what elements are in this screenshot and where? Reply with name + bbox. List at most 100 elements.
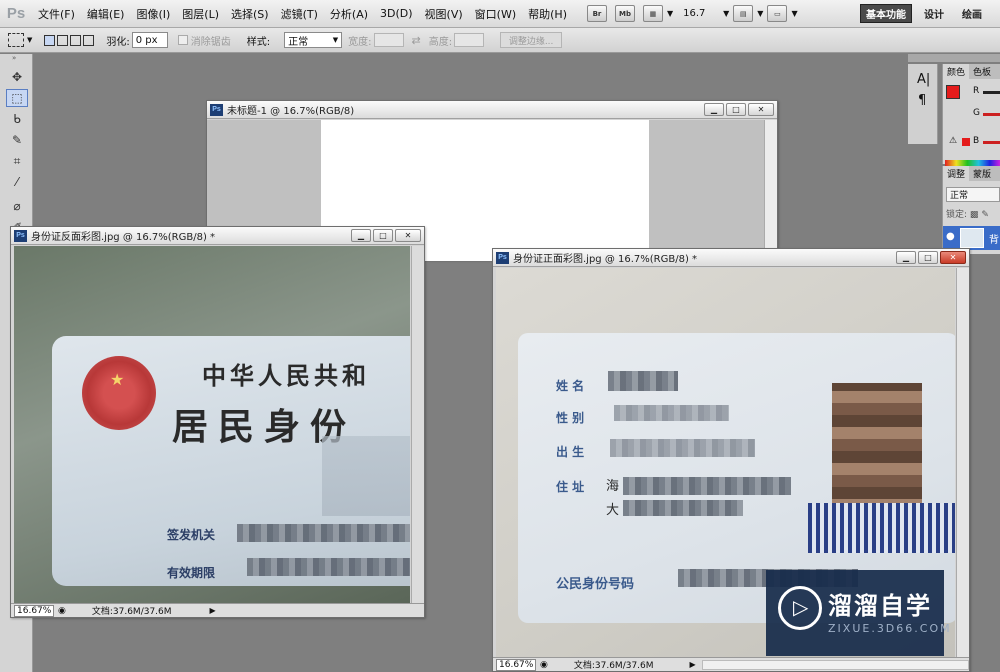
chevron-down-icon[interactable]: ▼	[667, 9, 673, 18]
workspace-design[interactable]: 设计	[918, 4, 950, 23]
refine-edge-button[interactable]: 调整边缘...	[500, 32, 563, 48]
healing-brush-tool-icon[interactable]: ⌀	[6, 197, 28, 215]
lock-transparency-icon[interactable]: ▩	[970, 210, 979, 220]
portrait-shirt	[808, 503, 955, 553]
arrange-documents-button[interactable]: ▤	[733, 5, 754, 22]
crop-tool-icon[interactable]: ⌗	[6, 152, 28, 170]
lasso-tool-icon[interactable]: ᑲ	[6, 110, 28, 128]
channel-b-slider[interactable]	[983, 141, 1000, 144]
character-panel-icon[interactable]: A|	[908, 64, 937, 87]
collapse-icon[interactable]: »	[0, 54, 32, 66]
menu-edit[interactable]: 编辑(E)	[81, 6, 131, 22]
style-select[interactable]: 正常 ▼	[284, 32, 343, 48]
options-bar: ▼ 羽化: 0 px 消除锯齿 样式: 正常 ▼ 宽度: ⇄ 高度: 调整边缘..…	[0, 28, 1000, 53]
marquee-tool-icon[interactable]: ⬚	[6, 89, 28, 107]
move-tool-icon[interactable]: ✥	[6, 68, 28, 86]
workspace-painting[interactable]: 绘画	[955, 4, 989, 23]
menu-file[interactable]: 文件(F)	[32, 6, 81, 22]
info-icon[interactable]: ◉	[540, 660, 548, 670]
photoshop-logo: Ps	[6, 5, 26, 22]
width-input[interactable]	[373, 33, 404, 47]
zoom-field[interactable]: 16.67%	[14, 604, 54, 617]
birth-label: 出 生	[556, 445, 585, 459]
address-first-char: 海	[606, 479, 620, 494]
name-label: 姓 名	[556, 379, 585, 393]
mini-bridge-button[interactable]: Mb	[614, 5, 635, 22]
chevron-down-icon[interactable]: ▼	[791, 9, 797, 18]
feather-input[interactable]: 0 px	[131, 32, 168, 48]
great-wall-pattern	[322, 436, 410, 516]
eye-icon[interactable]: ●	[946, 231, 955, 242]
add-selection-icon[interactable]	[57, 34, 69, 46]
horizontal-scrollbar[interactable]	[701, 659, 969, 670]
screen-mode-button[interactable]: ▭	[767, 5, 788, 22]
close-button[interactable]: ✕	[748, 103, 774, 116]
tab-masks[interactable]: 蒙版	[969, 166, 995, 181]
paragraph-panel-icon[interactable]: ¶	[908, 87, 937, 108]
lock-paint-icon[interactable]: ✎	[981, 210, 989, 220]
menu-select[interactable]: 选择(S)	[225, 6, 275, 22]
chevron-down-icon[interactable]: ▼	[27, 36, 32, 44]
chevron-down-icon[interactable]: ▼	[757, 9, 763, 18]
menu-image[interactable]: 图像(I)	[130, 6, 176, 22]
panel-icon-strip: A| ¶	[908, 64, 938, 144]
maximize-button[interactable]: □	[918, 251, 938, 264]
intersect-selection-icon[interactable]	[83, 34, 95, 46]
bridge-button[interactable]: Br	[586, 5, 607, 22]
maximize-button[interactable]: □	[726, 103, 746, 116]
tab-swatches[interactable]: 色板	[969, 64, 995, 79]
ps-document-icon: Ps	[496, 251, 509, 264]
close-button[interactable]: ✕	[395, 229, 421, 242]
info-icon[interactable]: ◉	[58, 606, 66, 616]
tab-adjustments[interactable]: 调整	[943, 166, 970, 181]
workspace-essentials[interactable]: 基本功能	[860, 4, 912, 23]
antialias-checkbox[interactable]	[177, 35, 188, 45]
subtract-selection-icon[interactable]	[70, 34, 82, 46]
address-redacted-1	[623, 477, 791, 495]
status-menu-arrow-icon[interactable]: ▶	[210, 606, 216, 615]
height-input[interactable]	[454, 33, 485, 47]
status-menu-arrow-icon[interactable]: ▶	[690, 660, 696, 669]
lock-row: 锁定: ▩ ✎	[946, 207, 1000, 220]
menu-3d[interactable]: 3D(D)	[374, 7, 419, 20]
doc-size-info: 文档:37.6M/37.6M	[573, 661, 654, 671]
zoom-level[interactable]: 16.7	[683, 8, 723, 19]
vertical-scrollbar[interactable]	[411, 246, 424, 604]
play-triangle-icon: ▷	[793, 595, 809, 619]
menu-view[interactable]: 视图(V)	[419, 6, 469, 22]
menu-window[interactable]: 窗口(W)	[469, 6, 522, 22]
channel-r-slider[interactable]	[983, 91, 1000, 94]
doc-size-info: 文档:37.6M/37.6M	[91, 607, 172, 617]
id-card-back: ★ 中华人民共和 居民身份 签发机关 有效期限	[52, 336, 410, 586]
close-button[interactable]: ✕	[940, 251, 966, 264]
layer-name: 背	[989, 235, 999, 246]
minimize-button[interactable]: ▁	[704, 103, 724, 116]
foreground-color-swatch[interactable]	[946, 85, 960, 99]
view-extras-button[interactable]: ▦	[642, 5, 663, 22]
blend-mode-select[interactable]: 正常	[946, 187, 1000, 202]
menu-analysis[interactable]: 分析(A)	[324, 6, 374, 22]
zoom-field[interactable]: 16.67%	[496, 658, 536, 671]
eyedropper-tool-icon[interactable]: ⁄	[6, 173, 28, 191]
minimize-button[interactable]: ▁	[351, 229, 371, 242]
swap-icon[interactable]: ⇄	[412, 34, 421, 47]
layer-row-background[interactable]: ● 背	[943, 226, 1000, 250]
menu-help[interactable]: 帮助(H)	[522, 6, 573, 22]
menu-layer[interactable]: 图层(L)	[176, 6, 225, 22]
document-window-id-back[interactable]: Ps 身份证反面彩图.jpg @ 16.7%(RGB/8) * ▁ □ ✕ ★ …	[10, 226, 425, 618]
vertical-scrollbar[interactable]	[956, 268, 969, 657]
maximize-button[interactable]: □	[373, 229, 393, 242]
menu-filter[interactable]: 滤镜(T)	[275, 6, 324, 22]
quick-select-tool-icon[interactable]: ✎	[6, 131, 28, 149]
birth-redacted	[610, 439, 755, 457]
chevron-down-icon[interactable]: ▼	[723, 9, 729, 18]
tab-color[interactable]: 颜色	[943, 64, 970, 79]
gamut-swatch[interactable]	[962, 138, 970, 146]
minimize-button[interactable]: ▁	[896, 251, 916, 264]
marquee-preset-icon[interactable]	[8, 33, 24, 47]
vertical-scrollbar[interactable]	[764, 120, 777, 261]
new-selection-icon[interactable]	[44, 34, 56, 46]
channel-g-slider[interactable]	[983, 113, 1000, 116]
warning-icon[interactable]: ⚠	[949, 136, 957, 146]
watermark-url: ZIXUE.3D66.COM	[828, 622, 952, 635]
